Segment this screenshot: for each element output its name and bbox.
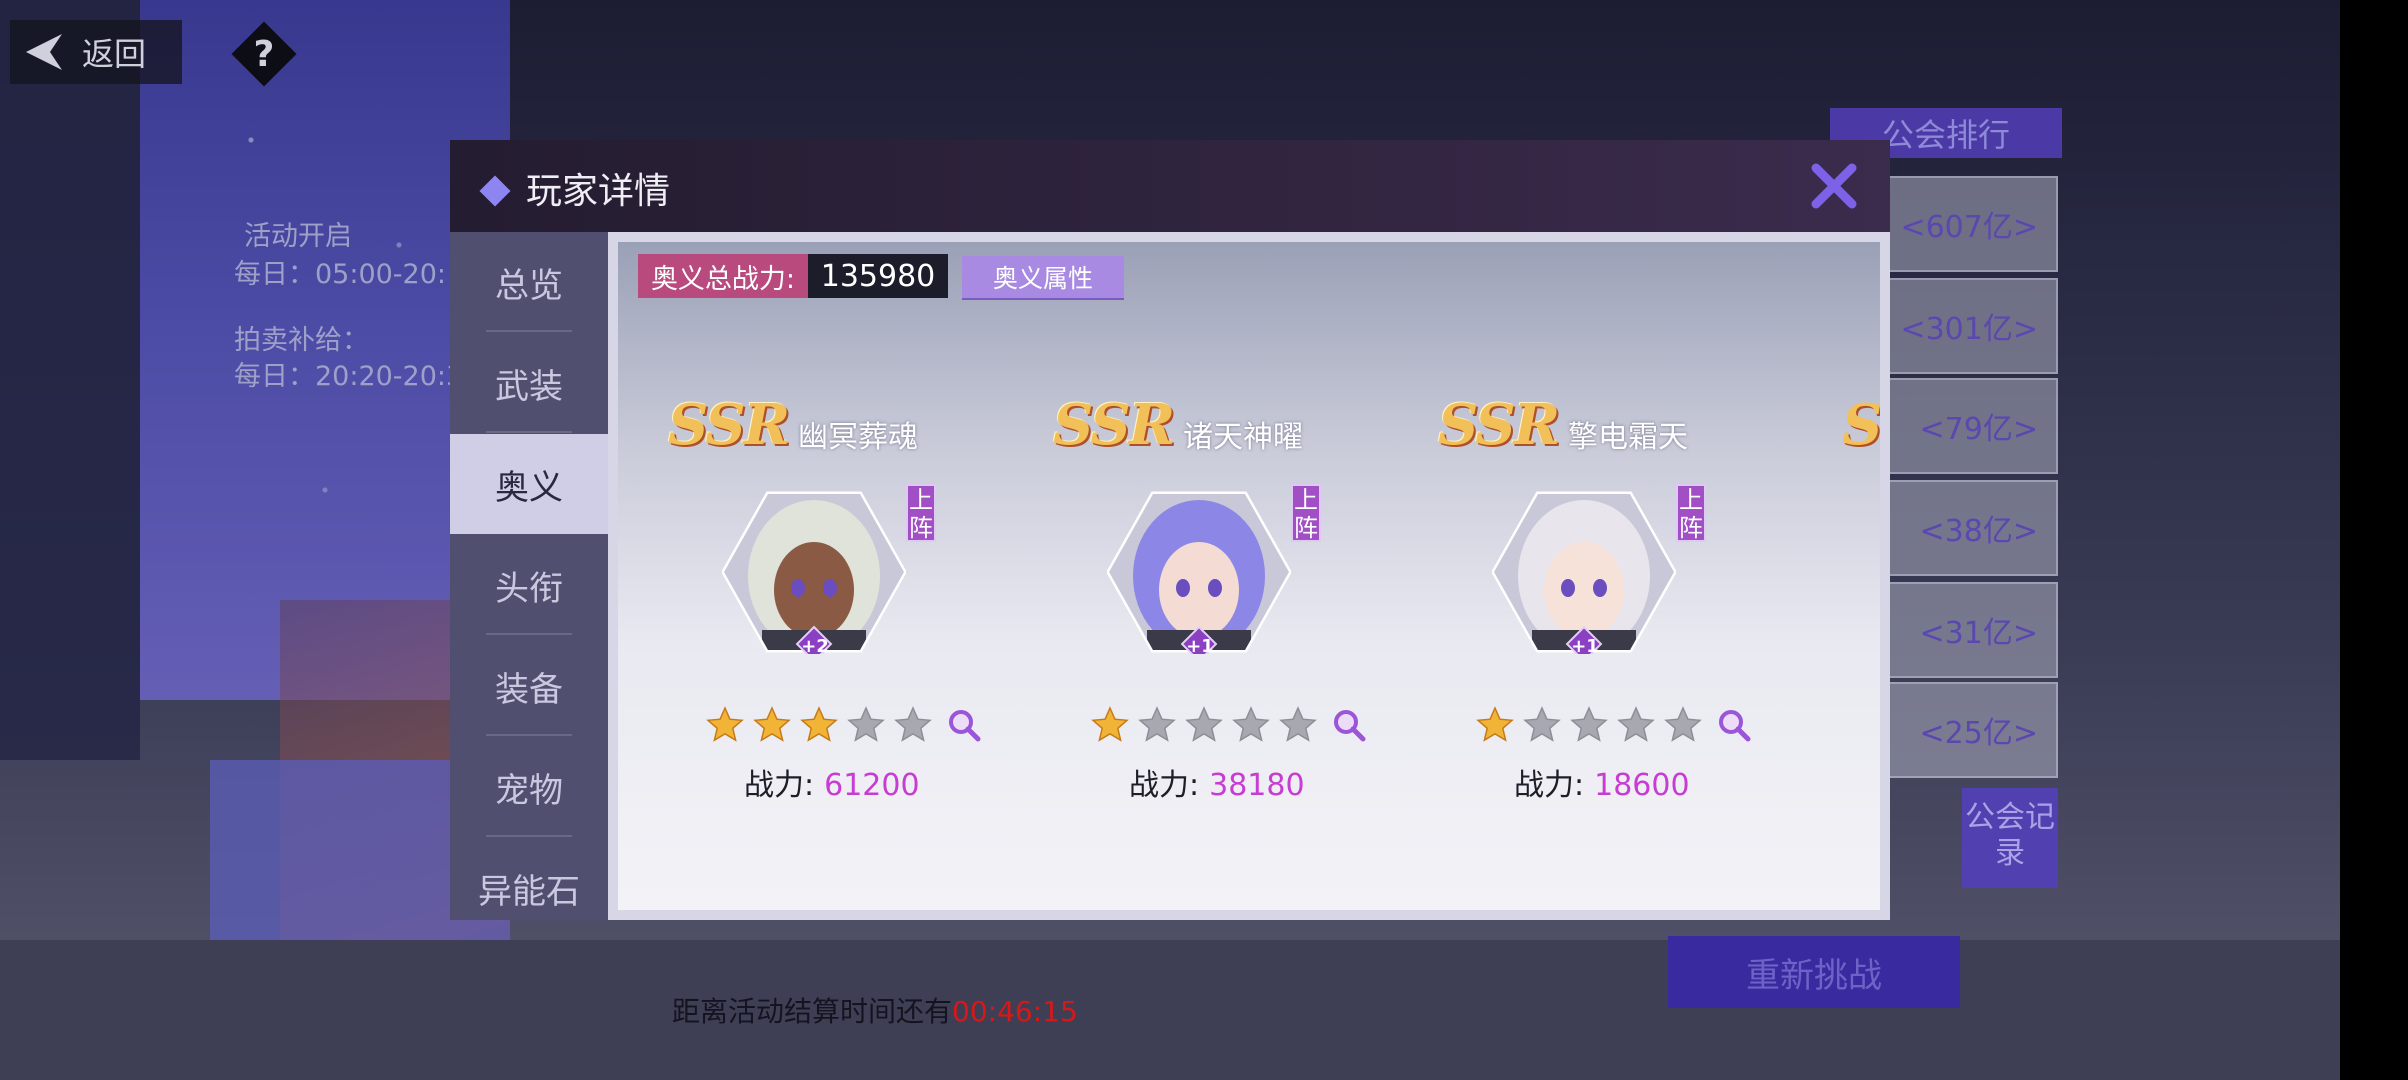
card-name: 幽冥葬魂 — [798, 420, 918, 455]
auction-time: 每日：20:20-20:3 — [234, 361, 464, 392]
power-value: 61200 — [824, 768, 920, 803]
card-power: 战力: 18600 — [1514, 760, 1690, 804]
power-label: 战力: — [744, 768, 815, 803]
tab-label: 头衔 — [495, 568, 563, 609]
tab-equipment[interactable]: 装备 — [450, 636, 608, 736]
tab-mystery[interactable]: 奥义 — [450, 434, 608, 534]
back-arrow-icon — [26, 34, 62, 70]
tab-pet[interactable]: 宠物 — [450, 737, 608, 837]
event-open-title: 活动开启 — [244, 221, 352, 252]
star-icon — [1523, 706, 1561, 742]
star-icon — [753, 706, 791, 742]
tab-ability-stone[interactable]: 异能石 — [450, 838, 608, 920]
mystery-content: 奥义总战力: 135980 奥义属性 SSR 幽冥葬魂 +2 上阵 战力: 61200 SS… — [608, 232, 1890, 920]
close-icon[interactable] — [1806, 158, 1862, 214]
power-label: 战力: — [1514, 768, 1585, 803]
help-button[interactable]: ? — [231, 21, 297, 87]
countdown-time: 00:46:15 — [952, 995, 1078, 1028]
help-label: ? — [253, 33, 275, 75]
title-diamond-icon — [479, 175, 511, 207]
card-power: 战力: 61200 — [744, 760, 920, 804]
star-icon — [1185, 706, 1223, 742]
card-level-badge: +1 — [1571, 636, 1599, 657]
auction-title: 拍卖补给： — [234, 325, 369, 356]
star-icon — [1232, 706, 1270, 742]
star-icon — [1570, 706, 1608, 742]
star-icon — [847, 706, 885, 742]
tab-label: 武装 — [495, 366, 563, 407]
tab-divider — [486, 734, 572, 736]
deployed-tag: 上阵 — [1291, 484, 1321, 542]
star-rating — [1476, 706, 1751, 744]
star-icon — [1138, 706, 1176, 742]
mystery-attributes-button[interactable]: 奥义属性 — [962, 256, 1124, 298]
tab-divider — [486, 835, 572, 837]
settlement-countdown: 距离活动结算时间还有00:46:15 — [672, 990, 1078, 1030]
star-icon — [1664, 706, 1702, 742]
tab-label: 总览 — [495, 265, 563, 306]
star-icon — [800, 706, 838, 742]
tab-divider — [486, 633, 572, 635]
deployed-tag: 上阵 — [1676, 484, 1706, 542]
star-icon — [1279, 706, 1317, 742]
mystery-panel: 奥义总战力: 135980 奥义属性 SSR 幽冥葬魂 +2 上阵 战力: 61200 SS… — [618, 242, 1880, 910]
power-value: 38180 — [1209, 768, 1305, 803]
modal-title: 玩家详情 — [526, 171, 671, 212]
tab-label: 宠物 — [495, 770, 563, 811]
star-icon — [706, 706, 744, 742]
tab-divider — [486, 330, 572, 332]
card-level-badge: +1 — [1186, 636, 1214, 657]
star-icon — [1091, 706, 1129, 742]
background-footer — [0, 940, 2340, 1080]
guild-record-button[interactable]: 公会记录 — [1962, 788, 2058, 888]
tab-armament[interactable]: 武装 — [450, 333, 608, 433]
power-value: 18600 — [1594, 768, 1690, 803]
character-portrait[interactable] — [1492, 490, 1676, 654]
total-power-value: 135980 — [808, 254, 948, 298]
mystery-card[interactable]: SSR 擎电霜天 +1 上阵战力: 18600 — [1438, 392, 1778, 812]
rechallenge-button[interactable]: 重新挑战 — [1668, 936, 1960, 1008]
back-button[interactable]: 返回 — [10, 20, 182, 84]
tab-divider — [486, 431, 572, 433]
star-icon — [1476, 706, 1514, 742]
card-power: 战力: 38180 — [1129, 760, 1305, 804]
modal-side-tabs: 总览 武装 奥义 头衔 装备 宠物 异能石 — [450, 232, 608, 920]
card-name: 诸天神曜 — [1183, 420, 1303, 455]
star-rating — [1091, 706, 1366, 744]
countdown-prefix: 距离活动结算时间还有 — [672, 995, 953, 1028]
tab-title[interactable]: 头衔 — [450, 535, 608, 635]
magnify-icon[interactable] — [947, 708, 981, 742]
rarity-badge: SSR — [1053, 392, 1175, 458]
back-label: 返回 — [82, 35, 147, 73]
character-portrait[interactable] — [722, 490, 906, 654]
rarity-badge: SSR — [1438, 392, 1560, 458]
character-portrait[interactable] — [1107, 490, 1291, 654]
tab-label: 装备 — [495, 669, 563, 710]
power-label: 战力: — [1129, 768, 1200, 803]
tab-label: 异能石 — [478, 871, 580, 912]
tab-overview[interactable]: 总览 — [450, 232, 608, 332]
partial-card-rarity: S — [1842, 392, 1880, 458]
mystery-card[interactable]: SSR 诸天神曜 +1 上阵战力: 38180 — [1053, 392, 1393, 812]
card-level-badge: +2 — [801, 636, 829, 657]
tab-label: 奥义 — [495, 467, 563, 508]
background-left-panel — [0, 0, 140, 760]
modal-header: 玩家详情 — [450, 140, 1890, 232]
card-name: 擎电霜天 — [1568, 420, 1688, 455]
deployed-tag: 上阵 — [906, 484, 936, 542]
star-icon — [894, 706, 932, 742]
rarity-badge: SSR — [668, 392, 790, 458]
star-icon — [1617, 706, 1655, 742]
magnify-icon[interactable] — [1332, 708, 1366, 742]
player-details-modal: 玩家详情 总览 武装 奥义 头衔 装备 宠物 异能石 奥义总战力: 135980… — [450, 140, 1890, 920]
mystery-card[interactable]: SSR 幽冥葬魂 +2 上阵战力: 61200 — [668, 392, 1008, 812]
event-open-time: 每日：05:00-20: — [234, 259, 447, 290]
magnify-icon[interactable] — [1717, 708, 1751, 742]
star-rating — [706, 706, 981, 744]
total-power-label: 奥义总战力: — [638, 254, 808, 298]
